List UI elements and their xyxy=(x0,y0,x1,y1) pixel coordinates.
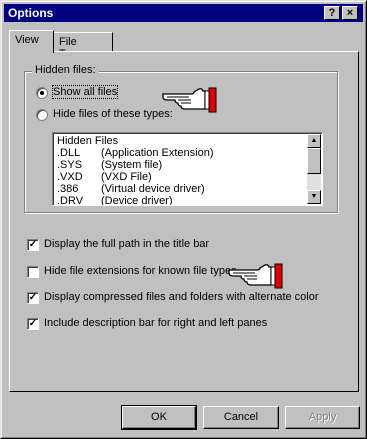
list-header: Hidden Files xyxy=(57,135,119,147)
ok-button-label: OK xyxy=(151,411,167,423)
list-item-ext: .386 xyxy=(57,183,79,195)
hidden-files-group-label: Hidden files: xyxy=(32,64,99,76)
list-item-desc: (VXD File) xyxy=(101,171,152,183)
tab-view[interactable]: View xyxy=(9,30,54,53)
compressed-color-checkbox[interactable]: ✓ xyxy=(27,292,39,304)
list-item-ext: .VXD xyxy=(57,171,83,183)
scrollbar-thumb[interactable] xyxy=(307,148,321,174)
show-all-files-label[interactable]: Show all files xyxy=(51,85,119,99)
list-item-ext: .DRV xyxy=(57,195,84,206)
radio-selected-dot xyxy=(40,91,44,95)
list-item[interactable]: .SYS (System file) xyxy=(57,159,162,171)
arrow-up-icon[interactable]: ▲ xyxy=(307,134,321,148)
list-item-ext: .SYS xyxy=(57,159,83,171)
full-path-label[interactable]: Display the full path in the title bar xyxy=(44,238,209,250)
tab-file-types[interactable]: File Types xyxy=(53,32,113,60)
options-dialog: Options ? × View File Types Hidden files… xyxy=(0,0,367,439)
tab-view-label: View xyxy=(15,34,39,46)
arrow-down-icon[interactable]: ▼ xyxy=(307,190,321,204)
window-title: Options xyxy=(8,6,54,20)
close-button[interactable]: × xyxy=(342,6,358,20)
list-item-desc: (Virtual device driver) xyxy=(101,183,205,195)
list-item-desc: (System file) xyxy=(101,159,163,171)
description-bar-checkbox[interactable]: ✓ xyxy=(27,318,39,330)
cancel-button[interactable]: Cancel xyxy=(203,406,279,429)
hide-file-types-radio[interactable] xyxy=(36,109,48,121)
full-path-checkbox[interactable]: ✓ xyxy=(27,239,39,251)
list-item-ext: .DLL xyxy=(57,147,81,159)
pointing-hand-icon xyxy=(162,87,217,113)
hide-file-types-label[interactable]: Hide files of these types: xyxy=(53,108,173,120)
list-item[interactable]: .VXD (VXD File) xyxy=(57,171,152,183)
pointing-hand-icon xyxy=(228,263,283,289)
hide-extensions-label[interactable]: Hide file extensions for known file type… xyxy=(44,265,237,277)
apply-button-label: Apply xyxy=(308,411,337,423)
title-bar[interactable]: Options ? × xyxy=(4,4,363,22)
description-bar-label[interactable]: Include description bar for right and le… xyxy=(44,317,267,329)
apply-button[interactable]: Apply xyxy=(285,406,360,429)
list-item-desc: (Application Extension) xyxy=(101,147,214,159)
cancel-button-label: Cancel xyxy=(223,411,259,423)
list-item[interactable]: .386 (Virtual device driver) xyxy=(57,183,205,195)
list-item[interactable]: .DRV (Device driver) xyxy=(57,195,173,206)
help-button[interactable]: ? xyxy=(324,6,340,20)
ok-button[interactable]: OK xyxy=(121,405,197,430)
list-item-desc: (Device driver) xyxy=(101,195,173,206)
compressed-color-label[interactable]: Display compressed files and folders wit… xyxy=(44,291,319,303)
show-all-files-radio[interactable] xyxy=(36,87,48,99)
hidden-files-list[interactable]: Hidden Files .DLL (Application Extension)… xyxy=(52,132,323,206)
hide-extensions-checkbox[interactable] xyxy=(27,266,39,278)
list-scrollbar[interactable]: ▲ ▼ xyxy=(307,134,321,204)
list-item[interactable]: .DLL (Application Extension) xyxy=(57,147,214,159)
